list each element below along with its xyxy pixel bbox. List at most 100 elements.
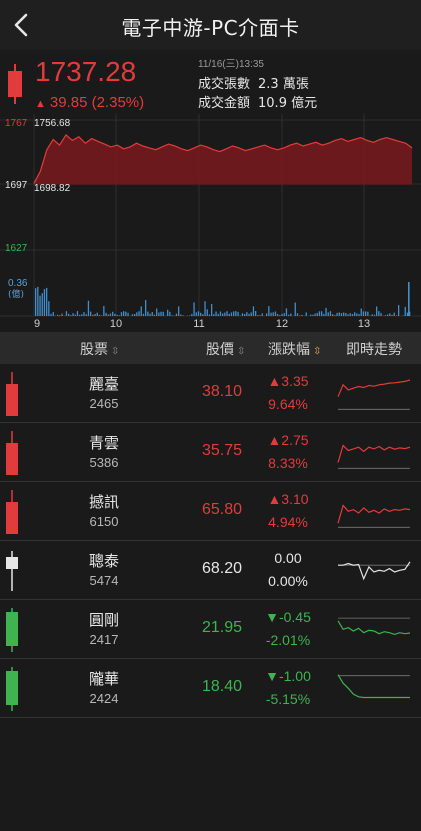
- sort-active-icon: ⇳: [313, 346, 322, 357]
- sparkline: [337, 379, 411, 410]
- sparkline: [337, 617, 411, 636]
- volume-bar: [356, 313, 358, 316]
- sort-icon: ⇳: [237, 346, 246, 357]
- volume-bar: [96, 312, 98, 316]
- volume-bar: [112, 311, 114, 316]
- volume-bar: [268, 306, 270, 316]
- volume-bar: [208, 314, 211, 316]
- volume-bar: [120, 312, 123, 316]
- stock-change-percent: 8.33%: [268, 455, 308, 471]
- volume-bar: [310, 314, 312, 316]
- volume-bar: [123, 311, 125, 316]
- volume-bar: [274, 311, 277, 316]
- volume-bar: [384, 315, 387, 316]
- volume-bar: [149, 313, 151, 316]
- volume-bar: [314, 313, 316, 316]
- volume-bar: [321, 311, 323, 316]
- volume-bar: [127, 312, 129, 316]
- volume-bar: [250, 312, 252, 316]
- table-row[interactable]: 青雲 5386 35.75 ▲2.75 8.33%: [0, 423, 421, 482]
- volume-bar: [301, 314, 303, 316]
- volume-bar: [107, 314, 109, 316]
- stock-change-percent: 9.64%: [268, 396, 308, 412]
- sparkline-path: [337, 504, 411, 524]
- volume-bar: [98, 314, 101, 316]
- volume-bar: [167, 309, 169, 316]
- volume-bar: [402, 315, 404, 316]
- column-header-change[interactable]: 漲跌幅 ⇳: [268, 339, 321, 359]
- index-change-value: 39.85 (2.35%): [49, 94, 145, 111]
- candle-icon: [8, 64, 22, 104]
- column-header-trend-label: 即時走勢: [346, 342, 402, 358]
- volume-bar: [175, 313, 178, 316]
- volume-bar: [387, 314, 389, 316]
- volume-bar: [109, 313, 112, 316]
- volume-bar: [404, 306, 406, 316]
- volume-bar: [226, 311, 228, 316]
- column-header-price[interactable]: 股價 ⇳: [206, 339, 245, 359]
- volume-bar: [83, 312, 85, 316]
- table-row[interactable]: 麗臺 2465 38.10 ▲3.35 9.64%: [0, 364, 421, 423]
- volume-bar: [52, 312, 54, 316]
- table-row[interactable]: 圓剛 2417 21.95 ▼-0.45 -2.01%: [0, 600, 421, 659]
- volume-bar: [204, 301, 206, 316]
- sparkline-path: [338, 561, 411, 581]
- stock-code: 2417: [89, 632, 119, 647]
- volume-bar: [288, 314, 290, 316]
- volume-bar: [156, 308, 158, 316]
- volume-bar: [261, 313, 263, 316]
- stock-code: 5386: [89, 455, 119, 470]
- stock-change-percent: -2.01%: [265, 632, 311, 648]
- candle-icon: [6, 490, 18, 534]
- sparkline-path: [337, 379, 411, 397]
- volume-bar: [371, 314, 373, 316]
- volume-bar: [340, 313, 343, 316]
- up-triangle-icon: ▲: [35, 98, 46, 110]
- volume-bar: [408, 282, 410, 316]
- table-row[interactable]: 隴華 2424 18.40 ▼-1.00 -5.15%: [0, 659, 421, 718]
- volume-bar: [233, 311, 235, 316]
- volume-bar: [325, 307, 327, 316]
- table-row[interactable]: 撼訊 6150 65.80 ▲3.10 4.94%: [0, 482, 421, 541]
- stock-change: ▲2.75: [267, 432, 309, 448]
- volume-bar: [140, 306, 142, 316]
- volume-bar: [241, 313, 244, 316]
- stock-code: 2424: [89, 691, 119, 706]
- volume-bar: [74, 314, 76, 316]
- volume-bar: [162, 311, 164, 316]
- volume-bar: [79, 314, 81, 316]
- candle-icon: [6, 667, 18, 711]
- volume-bar: [272, 312, 274, 316]
- volume-value: 2.3 萬張: [258, 77, 309, 92]
- column-header-stock[interactable]: 股票 ⇳: [80, 339, 119, 359]
- volume-bar: [237, 311, 239, 316]
- volume-bar: [178, 306, 180, 316]
- volume-bar: [180, 314, 182, 316]
- volume-bar: [134, 314, 136, 316]
- volume-bar: [182, 315, 184, 316]
- volume-bar: [116, 314, 118, 316]
- sparkline-path: [337, 620, 411, 636]
- volume-bar: [354, 312, 356, 316]
- stock-name: 麗臺: [88, 375, 119, 393]
- intraday-chart[interactable]: 1767 1756.68 1697 1698.82 1627 0.36 (億) …: [0, 114, 421, 332]
- volume-bar: [202, 314, 204, 316]
- volume-bar: [68, 313, 70, 316]
- volume-bar: [318, 311, 321, 316]
- volume-bar: [299, 315, 301, 316]
- stock-change-percent: -5.15%: [265, 691, 311, 707]
- table-row[interactable]: 聰泰 5474 68.20 0.00 0.00%: [0, 541, 421, 600]
- volume-bar: [406, 312, 409, 316]
- volume-bar: [153, 314, 156, 316]
- volume-bar: [327, 312, 329, 316]
- stock-change: ▼-0.45: [265, 609, 311, 625]
- volume-bar: [373, 314, 376, 316]
- x-tick-label: 12: [276, 318, 288, 330]
- stock-change: 0.00: [274, 550, 302, 566]
- y-tick-low: 1627: [5, 243, 28, 254]
- sparkline: [337, 444, 411, 469]
- candle-icon: [6, 608, 18, 652]
- volume-bar: [195, 312, 197, 316]
- x-tick-label: 9: [34, 318, 40, 330]
- index-price: 1737.28: [35, 56, 137, 87]
